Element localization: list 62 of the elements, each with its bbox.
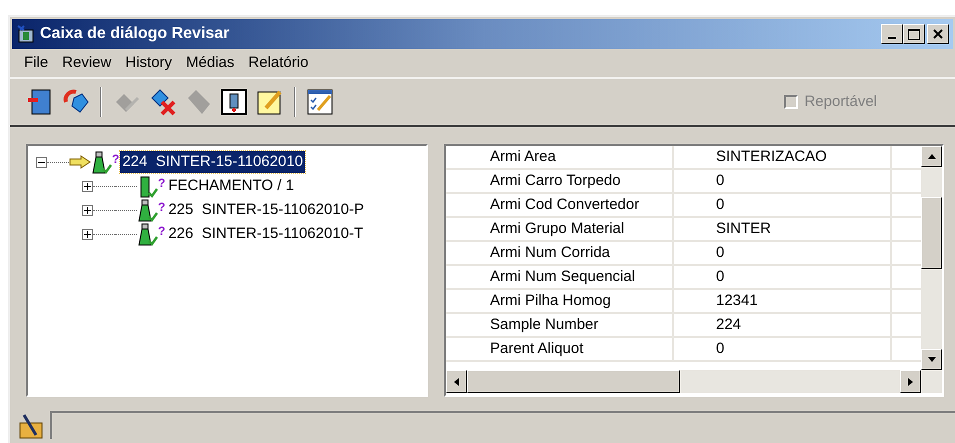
flask-check-icon [91, 150, 112, 174]
horizontal-scrollbar[interactable] [446, 370, 942, 393]
property-name: Armi Carro Torpedo [446, 170, 674, 192]
property-name: Sample Number [446, 314, 674, 336]
property-name: Armi Area [446, 146, 674, 168]
app-icon [16, 24, 36, 44]
scroll-up-button[interactable] [921, 146, 942, 167]
folder-pencil-icon [18, 413, 44, 439]
tree-item[interactable]: 225 SINTER-15-11062010-P [166, 198, 366, 222]
up-arrow-icon [928, 154, 936, 159]
scroll-left-button[interactable] [446, 370, 467, 393]
minimize-icon [888, 37, 896, 39]
tree-item[interactable]: 226 SINTER-15-11062010-T [166, 222, 366, 246]
menu-item[interactable]: Review [62, 52, 112, 74]
property-name: Armi Cod Convertedor [446, 194, 674, 216]
flask-check-icon [137, 198, 158, 222]
right-arrow-icon [908, 378, 913, 386]
expand-icon[interactable] [82, 180, 93, 192]
question-mark: ? [158, 175, 166, 192]
property-name: Armi Num Sequencial [446, 266, 674, 288]
property-name: Armi Num Corrida [446, 242, 674, 264]
property-value: 224 [674, 314, 892, 336]
menu-item[interactable]: Relatório [248, 52, 308, 74]
close-button[interactable] [927, 24, 949, 44]
scroll-right-button[interactable] [900, 370, 921, 393]
property-value: 0 [674, 194, 892, 216]
menu-item[interactable]: Médias [186, 52, 234, 74]
question-mark: ? [158, 199, 166, 216]
window-title: Caixa de diálogo Revisar [40, 24, 230, 44]
property-name: Armi Pilha Homog [446, 290, 674, 312]
menu-item[interactable]: File [24, 52, 48, 74]
question-mark: ? [158, 223, 166, 240]
property-name: Armi Grupo Material [446, 218, 674, 240]
question-mark: ? [112, 151, 120, 168]
expand-icon[interactable] [82, 204, 93, 216]
maximize-button[interactable] [903, 24, 925, 44]
scroll-thumb[interactable] [921, 197, 942, 269]
menu-item[interactable]: History [125, 52, 172, 74]
property-value: 0 [674, 242, 892, 264]
property-value: 12341 [674, 290, 892, 312]
scroll-thumb[interactable] [467, 370, 680, 393]
down-arrow-icon [928, 357, 936, 362]
expand-icon[interactable] [82, 228, 93, 240]
property-value: 0 [674, 266, 892, 288]
checklist-icon[interactable] [306, 88, 334, 116]
tree-item[interactable]: FECHAMENTO / 1 [166, 174, 296, 198]
tree-item[interactable]: 224 SINTER-15-11062010 [120, 150, 306, 174]
note-pencil-icon[interactable] [256, 88, 284, 116]
left-arrow-icon [454, 378, 459, 386]
maximize-icon [908, 28, 920, 40]
property-value: SINTERIZACAO [674, 146, 892, 168]
property-name: Parent Aliquot [446, 338, 674, 360]
close-icon [933, 29, 943, 39]
minimize-button[interactable] [881, 24, 903, 44]
property-value: 0 [674, 338, 892, 360]
vertical-scrollbar[interactable] [921, 146, 942, 370]
property-value: 0 [674, 170, 892, 192]
property-value: SINTER [674, 218, 892, 240]
scroll-down-button[interactable] [921, 349, 942, 370]
collapse-icon[interactable] [36, 156, 47, 168]
flask-icon[interactable] [220, 88, 248, 116]
flask-check-icon [137, 222, 158, 246]
